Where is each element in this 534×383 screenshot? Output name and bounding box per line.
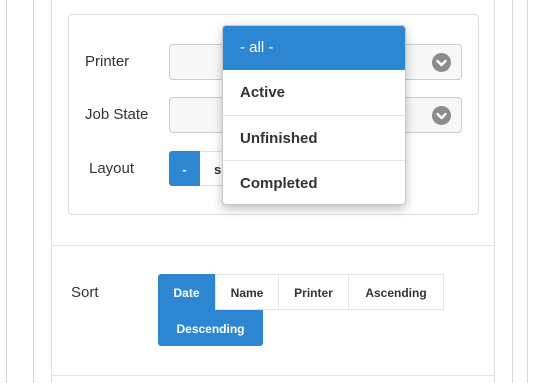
sort-ascending-button[interactable]: Ascending xyxy=(348,274,444,310)
sort-name-button[interactable]: Name xyxy=(215,274,279,310)
dropdown-option-all[interactable]: - all - xyxy=(223,26,405,70)
right-border-inner xyxy=(512,0,513,383)
chevron-down-icon xyxy=(432,53,451,72)
section-divider-bottom xyxy=(51,375,495,376)
left-border-outer xyxy=(6,0,7,383)
layout-label: Layout xyxy=(89,160,135,177)
left-border-inner xyxy=(33,0,34,383)
dropdown-menu: - all - Active Unfinished Completed xyxy=(222,25,406,205)
sort-date-button[interactable]: Date xyxy=(158,274,215,310)
sort-descending-button[interactable]: Descending xyxy=(158,310,263,346)
sort-printer-button[interactable]: Printer xyxy=(278,274,349,310)
dropdown-option-unfinished[interactable]: Unfinished xyxy=(223,115,405,160)
right-border-outer xyxy=(527,0,528,383)
dropdown-option-active[interactable]: Active xyxy=(223,70,405,115)
section-divider xyxy=(51,245,495,246)
chevron-down-icon xyxy=(432,106,451,125)
dropdown-option-completed[interactable]: Completed xyxy=(223,160,405,204)
sort-label: Sort xyxy=(71,284,99,301)
layout-option-compact[interactable]: - xyxy=(169,151,200,186)
printer-label: Printer xyxy=(85,53,130,70)
job-state-label: Job State xyxy=(85,106,149,123)
